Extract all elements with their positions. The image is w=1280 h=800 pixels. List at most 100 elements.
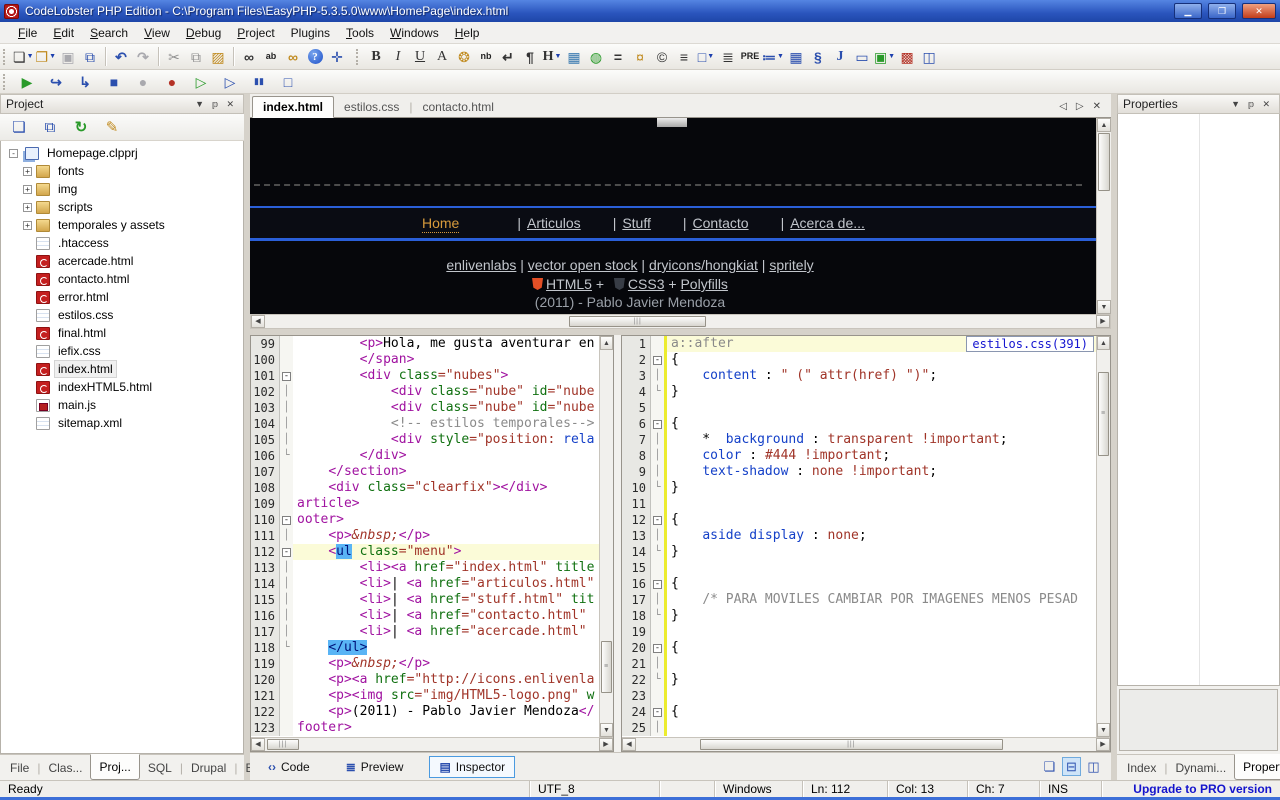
tree-item-main-js[interactable]: main.js: [1, 396, 243, 414]
code-line[interactable]: 100 </span>: [251, 352, 599, 368]
paste-button[interactable]: ▨: [207, 46, 229, 67]
properties-tab-properties[interactable]: Properties: [1234, 754, 1280, 780]
code-line[interactable]: 116│ <li>| <a href="contacto.html": [251, 608, 599, 624]
tree-item-error-html[interactable]: error.html: [1, 288, 243, 306]
panel-tab-proj[interactable]: Proj...: [90, 754, 139, 780]
panel-menu-icon[interactable]: ▼: [1227, 99, 1244, 109]
scrollbar-thumb[interactable]: [1098, 133, 1110, 191]
div-block-dropdown-icon[interactable]: ▼: [707, 53, 714, 60]
copy-button[interactable]: ⧉: [185, 46, 207, 67]
code-line[interactable]: 123footer>: [251, 720, 599, 736]
preview-nav-acerca-de[interactable]: |Acerca de...: [781, 215, 865, 231]
credit-link-enlivenlabs[interactable]: enlivenlabs: [446, 257, 516, 273]
javascript-button[interactable]: J: [829, 46, 851, 67]
script-button[interactable]: §: [807, 46, 829, 67]
menu-windows[interactable]: Windows: [382, 23, 447, 43]
fold-toggle-icon[interactable]: -: [651, 416, 664, 432]
non-breaking-space-button[interactable]: nb: [475, 46, 497, 67]
code-line[interactable]: 17│ /* PARA MOVILES CAMBIAR POR IMAGENES…: [622, 592, 1096, 608]
heading-button[interactable]: H▼: [541, 46, 563, 67]
panel-pin-icon[interactable]: 𝕡: [1244, 99, 1258, 110]
code-line[interactable]: 3│ content : " (" attr(href) ")";: [622, 368, 1096, 384]
run-button[interactable]: ▶: [16, 71, 38, 92]
scroll-up-icon[interactable]: ▲: [600, 336, 613, 350]
stop-button[interactable]: □: [277, 71, 299, 92]
scroll-up-icon[interactable]: ▲: [1097, 118, 1111, 132]
menu-edit[interactable]: Edit: [45, 23, 82, 43]
project-copy-button[interactable]: ⧉: [39, 117, 61, 138]
table-button[interactable]: ▦: [785, 46, 807, 67]
toolbar-grip[interactable]: [356, 49, 361, 65]
open-file-button[interactable]: ❐▼: [35, 46, 58, 67]
preview-vertical-scrollbar[interactable]: ▲ ▼: [1096, 118, 1111, 314]
insert-image-button[interactable]: ▦: [563, 46, 585, 67]
pause-button[interactable]: ▮▮: [248, 71, 270, 92]
copyright-symbol-button[interactable]: ©: [651, 46, 673, 67]
code-line[interactable]: 8│ color : #444 !important;: [622, 448, 1096, 464]
editor-right-horizontal-scrollbar[interactable]: ◀ ||| ▶: [622, 737, 1110, 751]
code-line[interactable]: 24-{: [622, 704, 1096, 720]
fold-toggle-icon[interactable]: -: [280, 368, 293, 384]
split-vertical-button[interactable]: ◫: [1084, 757, 1103, 776]
minimize-button[interactable]: ▁: [1174, 3, 1202, 19]
properties-tab-index[interactable]: Index: [1119, 755, 1164, 780]
code-line[interactable]: 19: [622, 624, 1096, 640]
step-into-button[interactable]: ↳: [74, 71, 96, 92]
expand-icon[interactable]: +: [23, 221, 32, 230]
code-line[interactable]: 117│ <li>| <a href="acercade.html": [251, 624, 599, 640]
close-button[interactable]: ✕: [1242, 3, 1276, 19]
tree-item-scripts[interactable]: +scripts: [1, 198, 243, 216]
restore-button[interactable]: ❐: [1208, 3, 1236, 19]
scrollbar-thumb[interactable]: ≡: [601, 641, 612, 693]
menu-plugins[interactable]: Plugins: [283, 23, 338, 43]
open-file-dropdown-icon[interactable]: ▼: [49, 53, 56, 60]
italic-button[interactable]: I: [387, 46, 409, 67]
fold-toggle-icon[interactable]: -: [280, 512, 293, 528]
scroll-down-icon[interactable]: ▼: [1097, 723, 1110, 737]
tab-contacto-html[interactable]: contacto.html: [413, 96, 504, 117]
cut-button[interactable]: ✂: [163, 46, 185, 67]
run-to-cursor-button[interactable]: ▷: [190, 71, 212, 92]
tech-link-html5[interactable]: HTML5: [546, 276, 592, 292]
color-palette-button[interactable]: ❂: [453, 46, 475, 67]
collapse-icon[interactable]: -: [9, 149, 18, 158]
preview-nav-stuff[interactable]: |Stuff: [613, 215, 651, 231]
tree-item-temporales-y-assets[interactable]: +temporales y assets: [1, 216, 243, 234]
tab-estilos-css[interactable]: estilos.css: [334, 96, 409, 117]
preformatted-button[interactable]: PRE: [739, 46, 761, 67]
code-line[interactable]: 120 <p><a href="http://icons.enlivenla: [251, 672, 599, 688]
new-file-dropdown-icon[interactable]: ▼: [27, 53, 34, 60]
tree-item-sitemap-xml[interactable]: sitemap.xml: [1, 414, 243, 432]
scroll-tabs-left-icon[interactable]: ◁: [1059, 101, 1067, 112]
code-line[interactable]: 118└ </ul>: [251, 640, 599, 656]
panel-tab-file[interactable]: File: [2, 755, 37, 780]
fold-toggle-icon[interactable]: -: [280, 544, 293, 560]
special-character-button[interactable]: ¤: [629, 46, 651, 67]
code-line[interactable]: 9│ text-shadow : none !important;: [622, 464, 1096, 480]
code-line[interactable]: 99 <p>Hola, me gusta aventurar en: [251, 336, 599, 352]
menu-help[interactable]: Help: [447, 23, 488, 43]
code-line[interactable]: 4└}: [622, 384, 1096, 400]
list-dropdown-icon[interactable]: ▼: [777, 53, 784, 60]
scrollbar-thumb[interactable]: |||: [700, 739, 1003, 750]
tree-item-iefix-css[interactable]: iefix.css: [1, 342, 243, 360]
preview-view-button[interactable]: ≣Preview: [336, 756, 414, 778]
tech-link-css3[interactable]: CSS3: [628, 276, 665, 292]
code-line[interactable]: 122 <p>(2011) - Pablo Javier Mendoza</: [251, 704, 599, 720]
fold-toggle-icon[interactable]: -: [651, 576, 664, 592]
code-line[interactable]: 109article>: [251, 496, 599, 512]
fold-toggle-icon[interactable]: -: [651, 352, 664, 368]
tree-item-fonts[interactable]: +fonts: [1, 162, 243, 180]
find-in-files-button[interactable]: ∞: [282, 46, 304, 67]
code-line[interactable]: 113│ <li><a href="index.html" title: [251, 560, 599, 576]
redo-button[interactable]: ↷: [132, 46, 154, 67]
tree-item-estilos-css[interactable]: estilos.css: [1, 306, 243, 324]
code-line[interactable]: 7│ * background : transparent !important…: [622, 432, 1096, 448]
project-properties-button[interactable]: ✎: [101, 117, 123, 138]
menu-search[interactable]: Search: [82, 23, 136, 43]
code-line[interactable]: 110-ooter>: [251, 512, 599, 528]
code-line[interactable]: 103│ <div class="nube" id="nube: [251, 400, 599, 416]
code-line[interactable]: 2-{: [622, 352, 1096, 368]
continue-button[interactable]: ▷: [219, 71, 241, 92]
new-file-button[interactable]: ❏▼: [12, 46, 35, 67]
